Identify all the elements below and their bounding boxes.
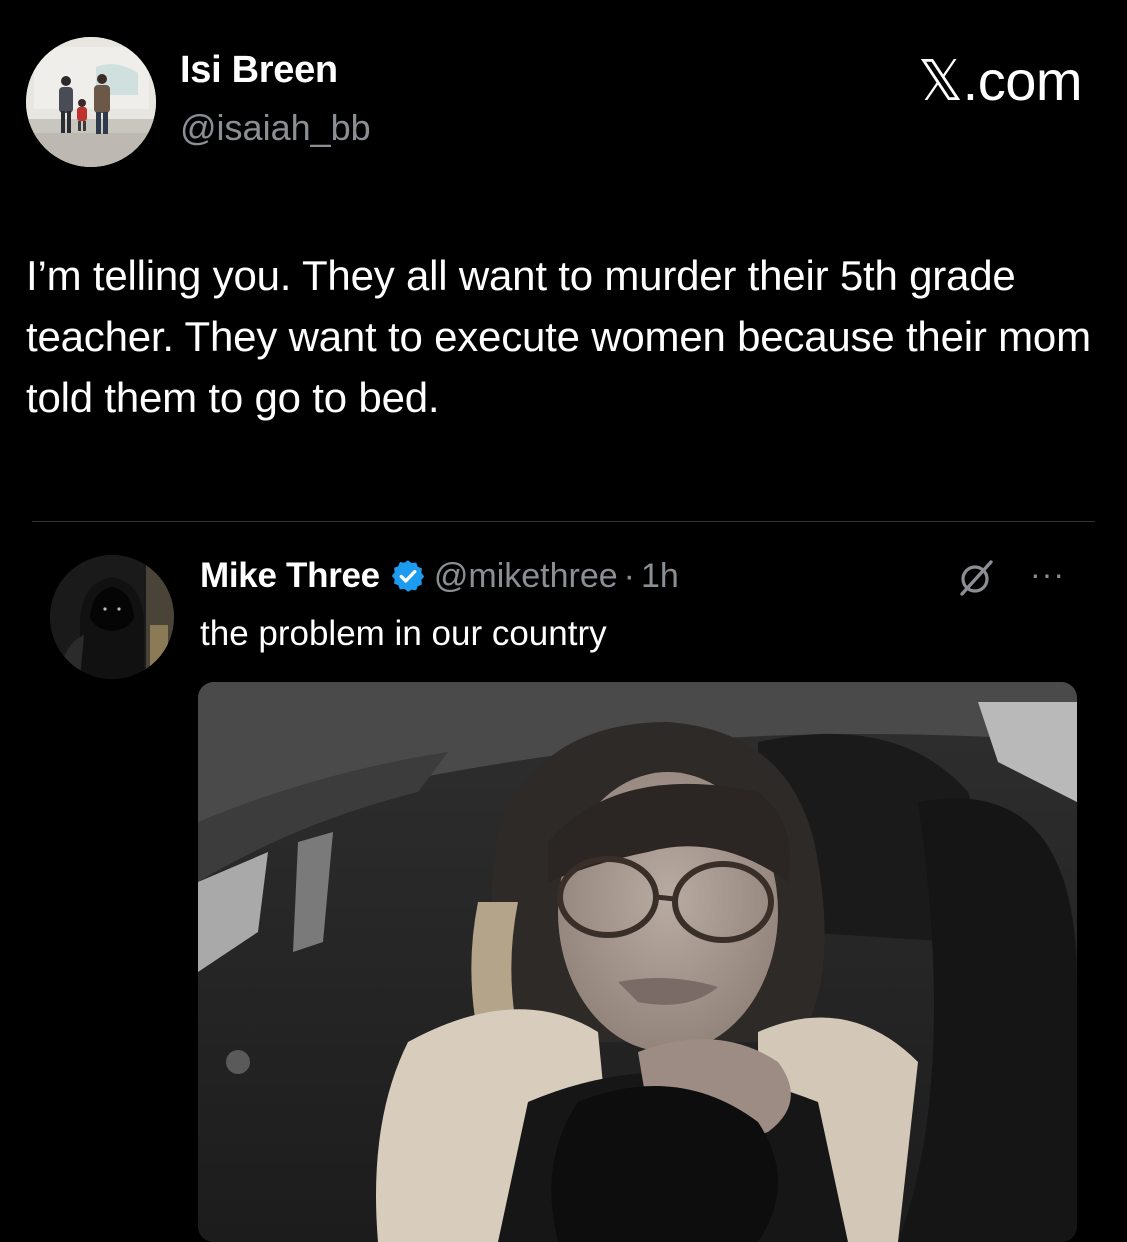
quoted-tweet-media[interactable] xyxy=(198,682,1077,1242)
quoted-tweet-time[interactable]: 1h xyxy=(641,557,679,596)
brand-watermark: 𝕏.com xyxy=(918,49,1082,112)
more-options-icon[interactable]: ··· xyxy=(1030,550,1065,598)
quoted-tweet-header: Mike Three @mikethree · 1h xyxy=(200,552,679,600)
author-handle[interactable]: @isaiah_bb xyxy=(180,108,371,148)
tweet-text: I’m telling you. They all want to murder… xyxy=(26,252,1091,421)
quoted-tweet-text: the problem in our country xyxy=(200,614,607,653)
verified-badge-icon xyxy=(390,558,426,594)
quoted-author-handle[interactable]: @mikethree xyxy=(434,557,618,596)
divider xyxy=(32,521,1095,522)
separator-dot: · xyxy=(623,556,635,595)
quoted-author-name[interactable]: Mike Three xyxy=(200,556,380,596)
author-name[interactable]: Isi Breen xyxy=(180,49,338,92)
author-avatar[interactable] xyxy=(26,37,156,167)
quoted-author-avatar[interactable] xyxy=(50,555,174,679)
grok-icon[interactable] xyxy=(956,558,996,598)
